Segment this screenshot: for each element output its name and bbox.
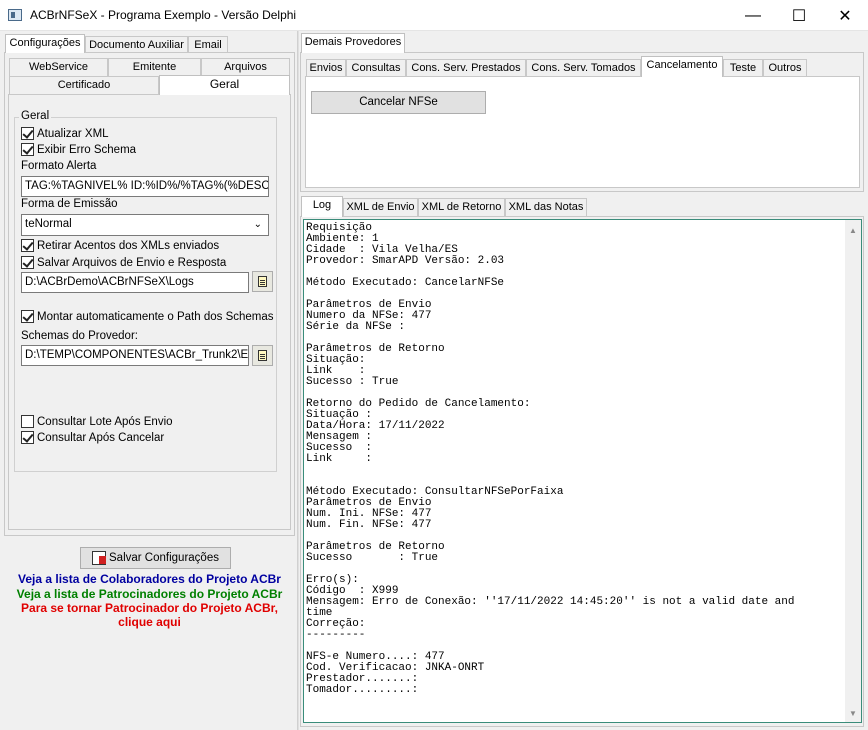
tab-teste[interactable]: Teste xyxy=(723,59,763,77)
app-icon xyxy=(8,9,22,21)
atualizar-xml-checkbox[interactable]: Atualizar XML xyxy=(21,127,109,140)
log-line: Mensagem : xyxy=(306,431,373,443)
salvar-configuracoes-button[interactable]: Salvar Configurações xyxy=(80,547,231,569)
schemas-label: Schemas do Provedor: xyxy=(21,330,138,342)
splitter[interactable] xyxy=(297,31,299,730)
scroll-up-icon[interactable]: ▲ xyxy=(849,226,857,235)
tab-emitente[interactable]: Emitente xyxy=(108,58,201,76)
geral-group-label: Geral xyxy=(19,110,52,122)
forma-emissao-select[interactable]: teNormal ⌄ xyxy=(21,214,269,236)
browse-schemas-button[interactable] xyxy=(252,345,273,366)
tab-demais-provedores[interactable]: Demais Provedores xyxy=(301,33,405,53)
log-line: Tomador.........: xyxy=(306,684,419,696)
log-line: Série da NFSe : xyxy=(306,321,406,333)
log-line: Sucesso : xyxy=(306,442,373,454)
retirar-acentos-checkbox[interactable]: Retirar Acentos dos XMLs enviados xyxy=(21,239,219,252)
link-patrocinadores[interactable]: Veja a lista de Patrocinadores do Projet… xyxy=(4,587,295,601)
title-bar: ACBrNFSeX - Programa Exemplo - Versão De… xyxy=(0,0,868,31)
tab-xml-notas[interactable]: XML das Notas xyxy=(505,198,587,217)
log-line: Data/Hora: 17/11/2022 xyxy=(306,420,445,432)
tab-geral[interactable]: Geral xyxy=(159,75,290,95)
salvar-arquivos-checkbox[interactable]: Salvar Arquivos de Envio e Resposta xyxy=(21,256,226,269)
checkbox-checked-icon xyxy=(21,310,34,323)
log-line: Método Executado: CancelarNFSe xyxy=(306,277,505,289)
formato-alerta-label: Formato Alerta xyxy=(21,160,97,172)
forma-emissao-label: Forma de Emissão xyxy=(21,198,118,210)
log-line: Sucesso : True xyxy=(306,552,439,564)
checkbox-checked-icon xyxy=(21,256,34,269)
tab-xml-envio[interactable]: XML de Envio xyxy=(343,198,418,217)
tab-cancelamento[interactable]: Cancelamento xyxy=(641,56,723,77)
minimize-icon: — xyxy=(745,6,761,24)
tab-log[interactable]: Log xyxy=(301,196,343,217)
log-line: Provedor: SmarAPD Versão: 2.03 xyxy=(306,255,505,267)
log-line: Num. Fin. NFSe: 477 xyxy=(306,519,432,531)
schemas-path-input[interactable]: D:\TEMP\COMPONENTES\ACBr_Trunk2\Exemp xyxy=(21,345,249,366)
checkbox-checked-icon xyxy=(21,143,34,156)
consultar-lote-checkbox[interactable]: Consultar Lote Após Envio xyxy=(21,415,173,428)
tab-cons-serv-tomados[interactable]: Cons. Serv. Tomados xyxy=(526,59,641,77)
minimize-button[interactable]: — xyxy=(730,0,776,31)
tab-consultas[interactable]: Consultas xyxy=(346,59,406,77)
logs-path-input[interactable]: D:\ACBrDemo\ACBrNFSeX\Logs xyxy=(21,272,249,293)
log-scrollbar[interactable]: ▲ ▼ xyxy=(845,220,861,722)
formato-alerta-input[interactable]: TAG:%TAGNIVEL% ID:%ID%/%TAG%(%DESCRI xyxy=(21,176,269,197)
log-line: time xyxy=(306,607,333,619)
scroll-down-icon[interactable]: ▼ xyxy=(849,709,857,718)
tab-configuracoes[interactable]: Configurações xyxy=(5,34,85,53)
tab-outros[interactable]: Outros xyxy=(763,59,807,77)
checkbox-checked-icon xyxy=(21,239,34,252)
log-line: Requisição xyxy=(306,222,373,234)
link-clique-aqui[interactable]: clique aqui xyxy=(4,615,295,629)
tab-email[interactable]: Email xyxy=(188,36,228,53)
consultar-apos-cancelar-checkbox[interactable]: Consultar Após Cancelar xyxy=(21,431,164,444)
browse-logs-button[interactable] xyxy=(252,271,273,292)
folder-browse-icon xyxy=(258,276,267,287)
log-memo[interactable]: Requisição Ambiente: 1 Cidade : Vila Velha… xyxy=(303,219,862,723)
close-button[interactable]: ✕ xyxy=(822,0,868,31)
close-icon: ✕ xyxy=(838,7,852,25)
chevron-down-icon: ⌄ xyxy=(253,219,262,230)
link-tornar-patrocinador[interactable]: Para se tornar Patrocinador do Projeto A… xyxy=(4,601,295,615)
log-line: Link : xyxy=(306,453,373,465)
folder-browse-icon xyxy=(258,350,267,361)
tab-documento-auxiliar[interactable]: Documento Auxiliar xyxy=(85,36,188,53)
tab-certificado[interactable]: Certificado xyxy=(9,76,159,95)
tab-cons-serv-prestados[interactable]: Cons. Serv. Prestados xyxy=(406,59,526,77)
log-line: Mensagem: Erro de Conexão: ''17/11/2022 … xyxy=(306,596,795,608)
tab-xml-retorno[interactable]: XML de Retorno xyxy=(418,198,505,217)
log-line: --------- xyxy=(306,629,366,641)
tab-arquivos[interactable]: Arquivos xyxy=(201,58,290,76)
maximize-icon: ☐ xyxy=(791,7,807,25)
cancelar-nfse-button[interactable]: Cancelar NFSe xyxy=(311,91,486,114)
save-icon xyxy=(92,551,107,565)
log-line: Correção: xyxy=(306,618,366,630)
checkbox-checked-icon xyxy=(21,431,34,444)
link-colaboradores[interactable]: Veja a lista de Colaboradores do Projeto… xyxy=(4,572,295,586)
checkbox-checked-icon xyxy=(21,127,34,140)
window-title: ACBrNFSeX - Programa Exemplo - Versão De… xyxy=(30,8,297,22)
tab-envios[interactable]: Envios xyxy=(306,59,346,77)
maximize-button[interactable]: ☐ xyxy=(776,0,822,31)
log-line: Parâmetros de Retorno xyxy=(306,343,445,355)
log-line: Retorno do Pedido de Cancelamento: xyxy=(306,398,531,410)
checkbox-unchecked-icon xyxy=(21,415,34,428)
log-line: Situação: xyxy=(306,354,366,366)
exibir-erro-checkbox[interactable]: Exibir Erro Schema xyxy=(21,143,136,156)
montar-path-checkbox[interactable]: Montar automaticamente o Path dos Schema… xyxy=(21,310,274,323)
tab-webservice[interactable]: WebService xyxy=(9,58,108,76)
log-text: Requisição Ambiente: 1 Cidade : Vila Velha… xyxy=(306,223,794,696)
log-line: Sucesso : True xyxy=(306,376,399,388)
